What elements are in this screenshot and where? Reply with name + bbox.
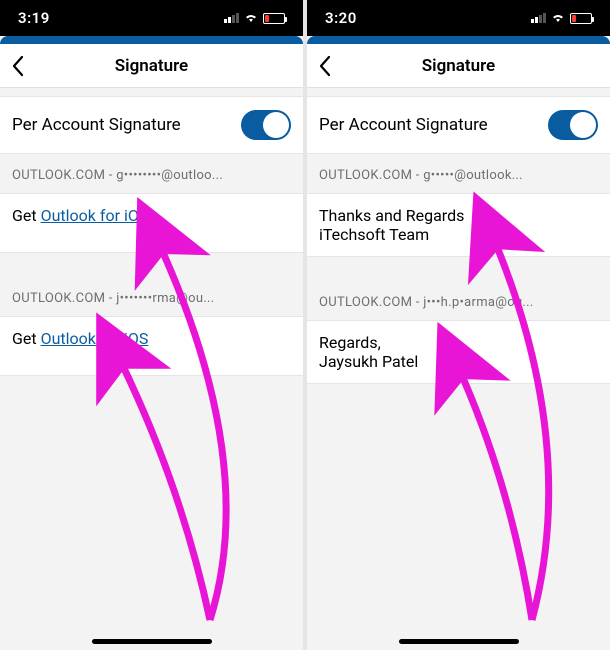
- per-account-label: Per Account Signature: [12, 115, 181, 135]
- phone-right: 3:20 Signature Per Account Signature OUT…: [307, 0, 610, 650]
- battery-icon: [263, 13, 285, 24]
- sheet-handle: [0, 36, 303, 44]
- home-indicator[interactable]: [399, 639, 519, 644]
- status-time: 3:19: [18, 9, 50, 27]
- signal-icon: [531, 13, 546, 23]
- per-account-toggle-row: Per Account Signature: [307, 96, 610, 154]
- signature-line: Thanks and Regards: [319, 206, 598, 225]
- wifi-icon: [243, 11, 259, 26]
- signature-line: Regards,: [319, 333, 598, 352]
- account-header-1: OUTLOOK.COM - g•••••@outlook...: [307, 154, 610, 193]
- account-header-2: OUTLOOK.COM - j•••h.p•arma@ou...: [307, 281, 610, 320]
- phone-left: 3:19 Signature Per Account Signature OUT…: [0, 0, 303, 650]
- page-title: Signature: [422, 56, 495, 76]
- signature-field-2[interactable]: Regards, Jaysukh Patel: [307, 320, 610, 384]
- signal-icon: [224, 13, 239, 23]
- outlook-ios-link[interactable]: Outlook for iOS: [41, 206, 149, 225]
- per-account-toggle[interactable]: [241, 110, 291, 140]
- signature-line: iTechsoft Team: [319, 225, 598, 244]
- signature-prefix: Get: [12, 206, 41, 225]
- account-header-2: OUTLOOK.COM - j•••••••rma@ou...: [0, 277, 303, 316]
- wifi-icon: [550, 11, 566, 26]
- status-time: 3:20: [325, 9, 357, 27]
- signature-line: Jaysukh Patel: [319, 352, 598, 371]
- status-indicators: [531, 11, 592, 26]
- status-indicators: [224, 11, 285, 26]
- nav-bar: Signature: [0, 44, 303, 88]
- page-title: Signature: [115, 56, 188, 76]
- per-account-toggle[interactable]: [548, 110, 598, 140]
- back-button[interactable]: [10, 44, 26, 87]
- signature-field-1[interactable]: Thanks and Regards iTechsoft Team: [307, 193, 610, 257]
- signature-prefix: Get: [12, 329, 41, 348]
- status-bar: 3:20: [307, 0, 610, 36]
- status-bar: 3:19: [0, 0, 303, 36]
- nav-bar: Signature: [307, 44, 610, 88]
- signature-field-1[interactable]: Get Outlook for iOS: [0, 193, 303, 253]
- sheet-handle: [307, 36, 610, 44]
- signature-field-2[interactable]: Get Outlook for iOS: [0, 316, 303, 376]
- per-account-label: Per Account Signature: [319, 115, 488, 135]
- per-account-toggle-row: Per Account Signature: [0, 96, 303, 154]
- outlook-ios-link[interactable]: Outlook for iOS: [41, 329, 149, 348]
- account-header-1: OUTLOOK.COM - g••••••••@outloo...: [0, 154, 303, 193]
- battery-icon: [570, 13, 592, 24]
- back-button[interactable]: [317, 44, 333, 87]
- home-indicator[interactable]: [92, 639, 212, 644]
